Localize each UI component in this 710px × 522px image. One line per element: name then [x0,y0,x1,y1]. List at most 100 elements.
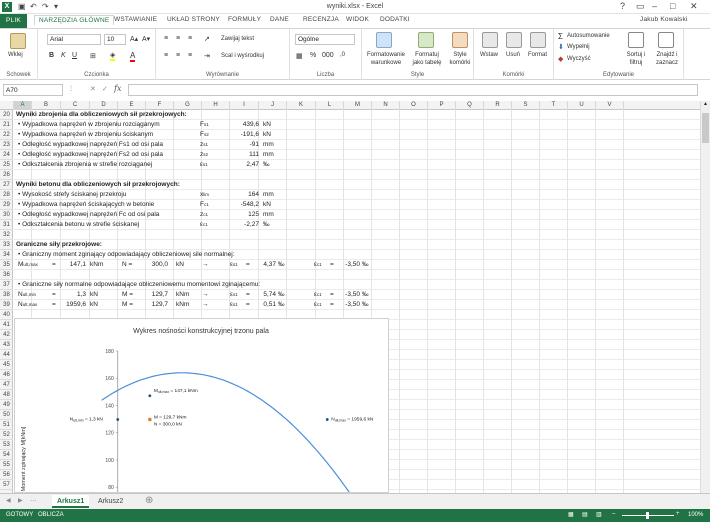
column-header[interactable]: E [118,101,146,110]
column-header[interactable]: C [61,101,90,110]
column-header[interactable]: A [14,101,32,110]
new-sheet-icon[interactable]: ⊕ [145,495,153,506]
row-header[interactable]: 27 [0,180,13,190]
row-header[interactable]: 40 [0,310,13,320]
maximize-icon[interactable]: □ [670,1,675,11]
chart[interactable]: Wykres nośności konstrukcyjnej trzonu pa… [14,318,389,522]
fill-button[interactable]: Wypełnij [567,44,590,50]
column-header[interactable]: H [202,101,230,110]
format-button[interactable]: Format [528,52,547,58]
tab-page-layout[interactable]: UKŁAD STRONY [167,16,220,23]
row-header[interactable]: 32 [0,230,13,240]
row-header[interactable]: 31 [0,220,13,230]
row-header[interactable]: 26 [0,170,13,180]
percent-icon[interactable]: % [310,52,316,59]
more-sheets-icon[interactable]: … [30,496,37,503]
row-header[interactable]: 22 [0,130,13,140]
row-header[interactable]: 39 [0,300,13,310]
column-header[interactable]: O [400,101,428,110]
orientation-icon[interactable]: ↗ [204,35,210,43]
row-header[interactable]: 21 [0,120,13,130]
row-header[interactable]: 52 [0,430,13,440]
zoom-thumb[interactable] [646,512,649,519]
decimal-icon[interactable]: ,0 [340,52,345,58]
tab-data[interactable]: DANE [270,16,289,23]
tab-insert[interactable]: WSTAWIANIE [114,16,157,23]
clear-button[interactable]: Wyczyść [567,56,591,62]
italic-button[interactable]: K [61,52,66,59]
column-header[interactable]: N [372,101,400,110]
row-header[interactable]: 43 [0,340,13,350]
name-box[interactable]: A70 [3,84,63,96]
tab-file[interactable]: PLIK [0,14,27,28]
sheet-tab-arkusz2[interactable]: Arkusz2 [93,495,128,508]
zoom-level[interactable]: 100% [688,512,703,518]
delete-cells-icon[interactable] [506,32,522,48]
insert-cells-icon[interactable] [482,32,498,48]
row-header[interactable]: 47 [0,380,13,390]
underline-button[interactable]: U [72,52,77,59]
row-header[interactable]: 45 [0,360,13,370]
formula-input[interactable] [128,84,698,96]
row-header[interactable]: 24 [0,150,13,160]
autosum-icon[interactable]: Σ [558,32,563,41]
clear-icon[interactable]: ◆ [558,55,563,63]
minimize-icon[interactable]: – [652,1,657,11]
indent-icon[interactable]: ⇥ [204,52,210,60]
ribbon-options-icon[interactable]: ▭ [636,1,645,12]
column-header[interactable]: P [428,101,456,110]
row-header[interactable]: 30 [0,210,13,220]
row-header[interactable]: 56 [0,470,13,480]
column-header[interactable]: K [287,101,316,110]
fill-color-icon[interactable]: ◈ [110,51,116,61]
align-center-icon[interactable]: ≡ [176,52,180,59]
insert-function-icon[interactable]: fx [114,84,121,93]
align-top-icon[interactable]: ≡ [164,35,168,42]
column-header[interactable]: U [568,101,596,110]
cell-styles-icon[interactable] [452,32,468,48]
paste-icon[interactable] [10,33,26,49]
row-header[interactable]: 37 [0,280,13,290]
help-icon[interactable]: ? [620,1,625,11]
column-header[interactable]: F [146,101,174,110]
normal-view-icon[interactable]: ▦ [568,511,574,518]
column-header[interactable]: S [512,101,540,110]
row-header[interactable]: 25 [0,160,13,170]
column-header[interactable]: D [90,101,118,110]
row-header[interactable]: 28 [0,190,13,200]
delete-button[interactable]: Usuń [506,52,520,58]
zoom-in-icon[interactable]: + [676,511,680,517]
page-break-view-icon[interactable]: ▥ [596,511,602,518]
font-name-box[interactable]: Arial [47,34,101,45]
font-color-icon[interactable]: A [130,51,136,62]
thousands-icon[interactable]: 000 [322,52,334,59]
sort-filter-button[interactable]: Sortuj i filtruj [622,51,650,67]
sort-filter-icon[interactable] [628,32,644,48]
row-header[interactable]: 46 [0,370,13,380]
row-header[interactable]: 57 [0,480,13,490]
row-header[interactable]: 53 [0,440,13,450]
merge-center-button[interactable]: Scal i wyśrodkuj [221,53,264,59]
row-header[interactable]: 48 [0,390,13,400]
increase-font-icon[interactable]: A▴ [130,35,138,43]
prev-sheet-icon[interactable]: ◀ [6,497,11,504]
column-header[interactable]: T [540,101,568,110]
find-select-button[interactable]: Znajdź i zaznacz [652,51,682,67]
column-header[interactable]: Q [456,101,484,110]
row-header[interactable]: 36 [0,270,13,280]
sheet-tab-arkusz1[interactable]: Arkusz1 [52,495,90,508]
row-header[interactable]: 49 [0,400,13,410]
tab-addins[interactable]: DODATKI [380,16,410,23]
conditional-format-icon[interactable] [376,32,392,48]
scroll-thumb[interactable] [702,113,709,143]
row-header[interactable]: 35 [0,260,13,270]
row-header[interactable]: 44 [0,350,13,360]
find-select-icon[interactable] [658,32,674,48]
vertical-scrollbar[interactable]: ▲ [700,101,710,493]
column-header[interactable]: G [174,101,202,110]
insert-button[interactable]: Wstaw [480,52,498,58]
align-right-icon[interactable]: ≡ [188,52,192,59]
row-header[interactable]: 50 [0,410,13,420]
tab-view[interactable]: WIDOK [346,16,369,23]
format-table-button[interactable]: Formatuj jako tabelę [410,51,444,67]
